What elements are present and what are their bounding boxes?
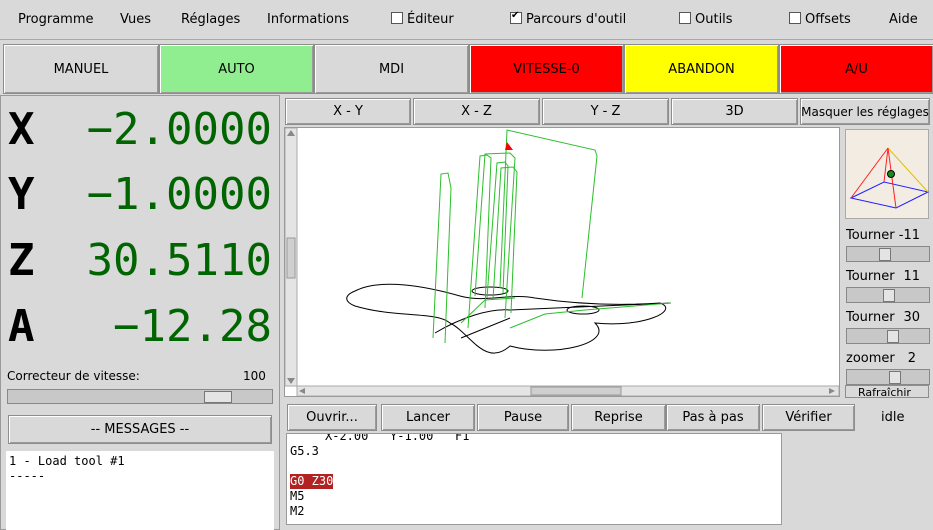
dro-a-value: −12.28 (113, 301, 272, 352)
emergency-stop-button[interactable]: A/U (779, 44, 933, 94)
menu-programme[interactable]: Programme (18, 12, 94, 27)
menu-aide[interactable]: Aide (889, 12, 918, 27)
parcours-checkbox[interactable]: Parcours d'outil (510, 10, 627, 27)
zoom-value: 2 (907, 351, 916, 366)
dro-a: A −12.28 (8, 301, 276, 361)
mdi-button[interactable]: MDI (314, 44, 469, 94)
editeur-checkbox-box[interactable] (391, 12, 403, 24)
refresh-label: Rafraîchir (858, 386, 911, 398)
dro-y-label: Y (8, 169, 35, 220)
gcode-line: G5.3 (290, 444, 319, 458)
messages-area: 1 - Load tool #1 ----- (6, 451, 274, 530)
zoom-text: zoomer (846, 351, 895, 366)
rotate-1-thumb[interactable] (879, 248, 891, 261)
feed-override-slider[interactable] (7, 389, 273, 404)
outils-checkbox[interactable]: Outils (679, 12, 733, 27)
auto-button[interactable]: AUTO (159, 44, 314, 94)
dro-z: Z 30.5110 (8, 235, 276, 295)
gcode-viewer[interactable]: X-2.00 Y-1.00 F1 G5.3 G0 Z30 M5 M2 (286, 433, 782, 525)
editeur-checkbox[interactable]: Éditeur (391, 12, 454, 27)
message-line: ----- (9, 469, 46, 483)
zoom-slider[interactable] (846, 369, 930, 385)
rotate-1-label: Tourner -11 (846, 228, 930, 243)
rotate-1-value: -11 (898, 228, 920, 243)
feed-override-label: Correcteur de vitesse: (7, 369, 140, 383)
pause-button[interactable]: Pause (477, 404, 569, 431)
menu-reglages[interactable]: Réglages (181, 12, 240, 27)
rotate-3-label: Tourner 30 (846, 310, 930, 325)
menu-vues[interactable]: Vues (120, 12, 151, 27)
rotate-1-slider[interactable] (846, 246, 930, 262)
dro-z-value: 30.5110 (86, 235, 272, 286)
editeur-checkbox-label: Éditeur (407, 12, 454, 27)
zoom-label: zoomer 2 (846, 351, 930, 366)
rotate-2-slider[interactable] (846, 287, 930, 303)
rotate-2-thumb[interactable] (883, 289, 895, 302)
rotate-2-value: 11 (903, 269, 920, 284)
status-text: idle (881, 410, 905, 425)
offsets-checkbox-box[interactable] (789, 12, 801, 24)
outils-checkbox-label: Outils (695, 12, 733, 27)
gcode-line: X-2.00 Y-1.00 F1 (325, 433, 470, 443)
offsets-checkbox-label: Offsets (805, 12, 851, 27)
menu-bar: Programme Vues Réglages Informations Édi… (0, 0, 933, 40)
zoom-thumb[interactable] (889, 371, 901, 384)
parcours-checkbox-label: Parcours d'outil (526, 12, 627, 27)
rotate-1-text: Tourner (846, 228, 895, 243)
dro-a-label: A (8, 301, 35, 352)
dro-y: Y −1.0000 (8, 169, 276, 229)
view-3d-button[interactable]: 3D (671, 98, 798, 125)
menu-informations[interactable]: Informations (267, 12, 349, 27)
dro-z-label: Z (8, 235, 35, 286)
toolpath-preview[interactable] (284, 127, 840, 397)
rotate-3-value: 30 (903, 310, 920, 325)
view-xy-button[interactable]: X - Y (285, 98, 411, 125)
view-yz-button[interactable]: Y - Z (542, 98, 669, 125)
dro-x-label: X (8, 104, 35, 155)
abandon-button[interactable]: ABANDON (624, 44, 779, 94)
vitesse-zero-button[interactable]: VITESSE-0 (469, 44, 624, 94)
manuel-button[interactable]: MANUEL (3, 44, 159, 94)
toolpath-canvas[interactable] (284, 127, 840, 397)
dro-x: X −2.0000 (8, 104, 276, 164)
open-button[interactable]: Ouvrir... (287, 404, 377, 431)
run-button[interactable]: Lancer (381, 404, 475, 431)
verify-button[interactable]: Vérifier (762, 404, 855, 431)
rotate-3-text: Tourner (846, 310, 895, 325)
parcours-checkbox-box[interactable] (510, 10, 522, 24)
gcode-line: M2 (290, 504, 305, 518)
rotate-2-label: Tourner 11 (846, 269, 930, 284)
gcode-line: M5 (290, 489, 305, 503)
gcode-line-current: G0 Z30 (290, 474, 334, 489)
hide-settings-button[interactable]: Masquer les réglages (800, 98, 930, 125)
dro-x-value: −2.0000 (86, 104, 272, 155)
dro-y-value: −1.0000 (86, 169, 272, 220)
orientation-cube-icon[interactable] (845, 129, 930, 219)
feed-override-thumb[interactable] (204, 391, 232, 403)
message-line: 1 - Load tool #1 (9, 454, 125, 468)
rotate-3-slider[interactable] (846, 328, 930, 344)
feed-override-value: 100 (243, 369, 266, 383)
view-xz-button[interactable]: X - Z (413, 98, 540, 125)
refresh-button[interactable]: Rafraîchir (845, 385, 929, 398)
messages-button[interactable]: -- MESSAGES -- (8, 415, 272, 444)
offsets-checkbox[interactable]: Offsets (789, 12, 851, 27)
step-button[interactable]: Pas à pas (666, 404, 760, 431)
rotate-2-text: Tourner (846, 269, 895, 284)
resume-button[interactable]: Reprise (571, 404, 666, 431)
rotate-3-thumb[interactable] (887, 330, 899, 343)
outils-checkbox-box[interactable] (679, 12, 691, 24)
